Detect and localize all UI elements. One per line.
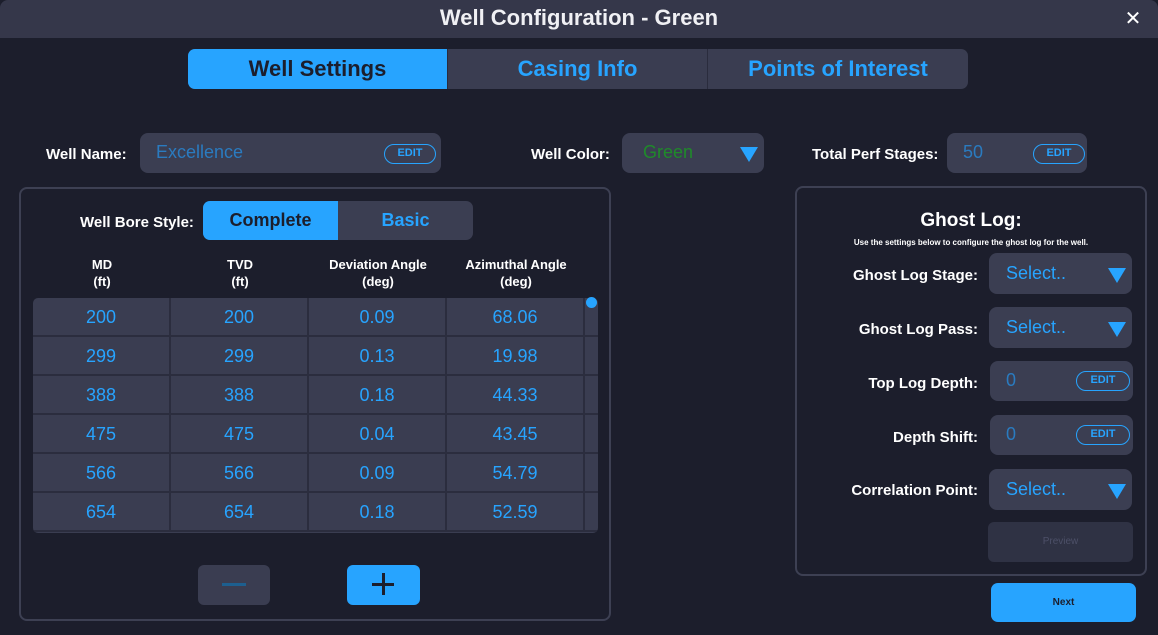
top-log-depth-edit-button[interactable]: EDIT [1076,371,1130,391]
bore-option-basic[interactable]: Basic [338,201,473,240]
table-cell[interactable]: 388 [33,376,171,413]
column-unit: (deg) [500,274,532,289]
top-log-depth-value: 0 [1006,370,1017,390]
correlation-point-dropdown[interactable]: Select.. [989,469,1132,510]
top-log-depth-label: Top Log Depth: [868,375,978,392]
well-bore-style-toggle: Complete Basic [203,201,473,240]
table-cell[interactable]: 68.06 [447,298,585,335]
caret-down-icon [1108,484,1126,499]
table-cell[interactable]: 0.18 [309,493,447,530]
ghost-log-stage-label: Ghost Log Stage: [853,267,978,284]
column-name: Deviation Angle [329,257,427,272]
perf-stages-edit-button[interactable]: EDIT [1033,144,1085,164]
column-unit: (ft) [231,274,249,289]
ghost-log-pass-value: Select.. [1006,317,1067,337]
add-row-button[interactable] [347,565,420,605]
column-header-md: MD (ft) [33,256,171,290]
well-name-label: Well Name: [46,146,127,163]
well-color-dropdown[interactable]: Green [622,133,764,173]
remove-row-button[interactable] [198,565,270,605]
table-cell[interactable]: 388 [171,376,309,413]
column-unit: (deg) [362,274,394,289]
next-button[interactable]: Next [991,583,1136,622]
table-row[interactable]: 654 654 0.18 52.59 [33,493,598,532]
well-bore-style-label: Well Bore Style: [80,214,194,231]
minus-icon [222,583,246,586]
close-icon[interactable]: ✕ [1124,9,1142,29]
caret-down-icon [740,147,758,162]
depth-shift-field[interactable]: 0 EDIT [990,415,1133,455]
depth-shift-edit-button[interactable]: EDIT [1076,425,1130,445]
table-row[interactable]: 475 475 0.04 43.45 [33,415,598,454]
table-cell[interactable]: 566 [171,454,309,491]
table-cell[interactable]: 0.04 [309,415,447,452]
table-cell[interactable]: 0.13 [309,337,447,374]
column-name: Azimuthal Angle [465,257,567,272]
column-unit: (ft) [93,274,111,289]
table-cell[interactable]: 200 [171,298,309,335]
table-cell[interactable]: 54.79 [447,454,585,491]
column-name: MD [91,257,113,272]
well-color-value: Green [643,142,694,162]
table-cell[interactable]: 566 [33,454,171,491]
perf-stages-label: Total Perf Stages: [812,146,939,163]
table-cell[interactable]: 654 [171,493,309,530]
table-row[interactable]: 200 200 0.09 68.06 [33,298,598,337]
depth-shift-value: 0 [1006,424,1017,444]
table-cell[interactable]: 19.98 [447,337,585,374]
well-color-label: Well Color: [531,146,610,163]
column-header-deviation: Deviation Angle (deg) [309,256,447,290]
column-header-azimuth: Azimuthal Angle (deg) [447,256,585,290]
scrollbar-thumb[interactable] [586,297,597,308]
table-cell[interactable]: 52.59 [447,493,585,530]
correlation-point-label: Correlation Point: [851,482,978,499]
table-cell[interactable]: 44.33 [447,376,585,413]
title-bar: Well Configuration - Green ✕ [0,0,1158,38]
correlation-point-value: Select.. [1006,479,1067,499]
column-header-tvd: TVD (ft) [171,256,309,290]
table-row[interactable]: 566 566 0.09 54.79 [33,454,598,493]
column-name: TVD [227,257,253,272]
tab-bar: Well Settings Casing Info Points of Inte… [188,49,968,89]
ghost-log-stage-dropdown[interactable]: Select.. [989,253,1132,294]
tab-points-of-interest[interactable]: Points of Interest [708,49,968,89]
table-row[interactable]: 299 299 0.13 19.98 [33,337,598,376]
caret-down-icon [1108,322,1126,337]
top-log-depth-field[interactable]: 0 EDIT [990,361,1133,401]
ghost-log-pass-dropdown[interactable]: Select.. [989,307,1132,348]
table-cell[interactable]: 654 [33,493,171,530]
well-name-value: Excellence [156,142,244,162]
caret-down-icon [1108,268,1126,283]
ghost-log-stage-value: Select.. [1006,263,1067,283]
bore-option-complete[interactable]: Complete [203,201,338,240]
ghost-log-subtitle: Use the settings below to configure the … [853,238,1089,247]
table-row[interactable]: 388 388 0.18 44.33 [33,376,598,415]
tab-well-settings[interactable]: Well Settings [188,49,448,89]
table-cell[interactable]: 299 [33,337,171,374]
table-cell[interactable]: 43.45 [447,415,585,452]
well-name-edit-button[interactable]: EDIT [384,144,436,164]
table-cell[interactable]: 475 [171,415,309,452]
table-cell[interactable]: 299 [171,337,309,374]
table-cell[interactable]: 0.18 [309,376,447,413]
depth-shift-label: Depth Shift: [893,429,978,446]
ghost-log-pass-label: Ghost Log Pass: [858,321,978,338]
perf-stages-field[interactable]: 50 EDIT [947,133,1087,173]
well-name-field[interactable]: Excellence EDIT [140,133,441,173]
table-cell[interactable]: 0.09 [309,454,447,491]
plus-icon-stem [382,573,385,595]
table-cell[interactable]: 0.09 [309,298,447,335]
table-cell[interactable]: 475 [33,415,171,452]
window-title: Well Configuration - Green [439,5,719,30]
perf-stages-value: 50 [963,142,984,162]
ghost-log-title: Ghost Log: [920,210,1022,231]
preview-button[interactable]: Preview [988,522,1133,562]
survey-table[interactable]: 200 200 0.09 68.06 299 299 0.13 19.98 38… [33,298,598,533]
tab-casing-info[interactable]: Casing Info [448,49,708,89]
table-cell[interactable]: 200 [33,298,171,335]
